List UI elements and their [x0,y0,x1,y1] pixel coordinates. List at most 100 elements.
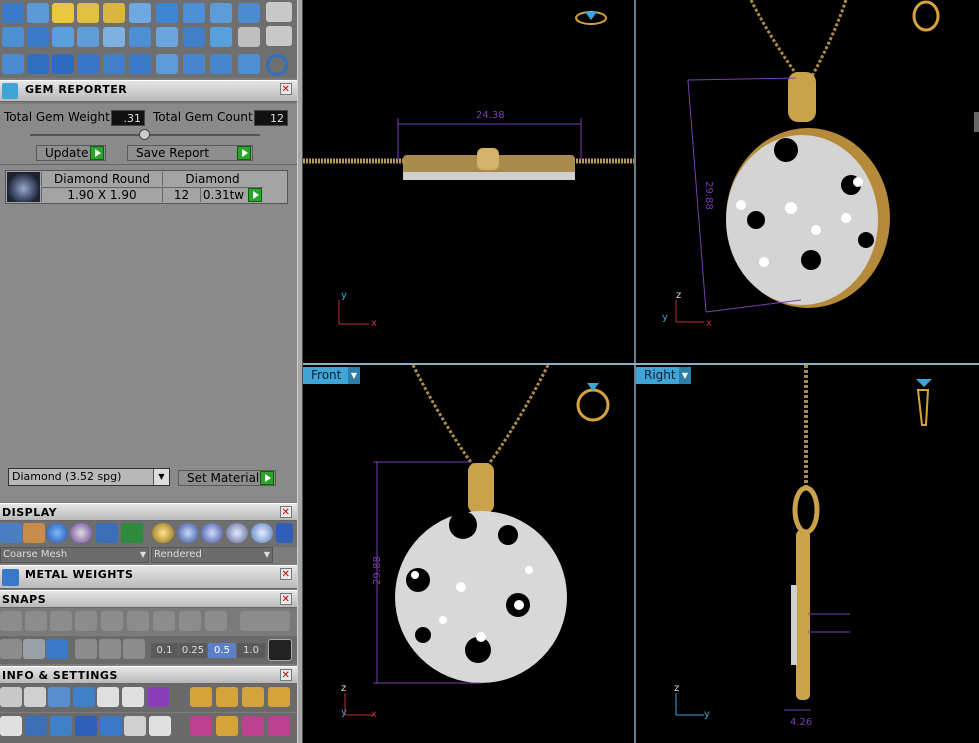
tool-icon[interactable] [238,27,260,47]
tool-icon[interactable] [156,27,178,47]
book-icon[interactable] [75,716,97,736]
render-select[interactable]: Rendered ▼ [151,547,273,563]
sphere-icon[interactable] [226,523,248,543]
tool-icon[interactable] [266,2,292,22]
tool-view-icon[interactable] [916,379,932,426]
tool-icon[interactable] [2,54,24,74]
tool-icon[interactable] [242,716,264,736]
mesh-select[interactable]: Coarse Mesh ▼ [0,547,149,563]
tool-icon[interactable] [99,639,121,659]
grid-value-1[interactable]: 0.25 [179,643,207,658]
tool-icon[interactable] [27,27,49,47]
sphere-icon[interactable] [70,523,92,543]
tool-icon[interactable] [52,54,74,74]
tool-icon[interactable] [156,3,178,23]
sphere-icon[interactable] [201,523,223,543]
tool-icon[interactable] [216,687,238,707]
tool-icon[interactable] [77,27,99,47]
close-icon[interactable]: ✕ [280,83,292,95]
set-material-play-icon[interactable] [260,471,274,485]
wireframe-icon[interactable] [0,523,22,543]
tool-icon[interactable] [276,523,293,543]
snap-icon[interactable] [50,611,72,631]
tool-icon[interactable] [242,687,264,707]
tool-icon[interactable] [190,716,212,736]
update-play-icon[interactable] [90,146,104,160]
tool-icon[interactable] [77,3,99,23]
save-report-play-icon[interactable] [237,146,251,160]
tool-icon[interactable] [0,716,22,736]
snap-icon[interactable] [205,611,227,631]
snap-icon[interactable] [153,611,175,631]
ring-icon[interactable] [266,54,288,76]
ring-view-icon[interactable] [575,11,607,25]
grid-value-0[interactable]: 0.1 [151,643,178,658]
tool-icon[interactable] [268,687,290,707]
snap-icon[interactable] [127,611,149,631]
snap-icon[interactable] [75,611,97,631]
tool-icon[interactable] [123,639,145,659]
tool-icon[interactable] [97,687,119,707]
wrench-icon[interactable] [24,687,46,707]
material-select[interactable]: Diamond (3.52 spg) ▼ [8,468,170,486]
cube-icon[interactable] [23,639,45,659]
tool-icon[interactable] [25,716,47,736]
snap-icon[interactable] [25,611,47,631]
tool-icon[interactable] [129,27,151,47]
tool-icon[interactable] [96,523,118,543]
tool-icon[interactable] [238,3,260,23]
close-icon[interactable]: ✕ [280,568,292,580]
tool-icon[interactable] [210,3,232,23]
chevron-down-icon[interactable]: ▼ [140,548,146,562]
snap-icon[interactable] [101,611,123,631]
tool-icon[interactable] [46,639,68,659]
ring-view-icon[interactable] [576,383,610,422]
move-icon[interactable] [103,54,125,74]
tool-icon[interactable] [50,716,72,736]
tool-icon[interactable] [122,687,144,707]
tool-icon[interactable] [75,639,97,659]
grid-icon[interactable] [0,639,22,659]
close-icon[interactable]: ✕ [280,669,292,681]
info-settings-header[interactable]: INFO & SETTINGS ✕ [0,666,297,684]
tool-icon[interactable] [156,54,178,74]
tool-icon[interactable] [216,716,238,736]
tool-icon[interactable] [2,27,24,47]
gear-icon[interactable] [0,687,22,707]
snap-icon[interactable] [179,611,201,631]
tool-icon[interactable] [77,54,99,74]
tool-icon[interactable] [266,26,292,46]
close-icon[interactable]: ✕ [280,593,292,605]
save-report-button[interactable]: Save Report [127,145,253,161]
grid-toggle-icon[interactable] [268,639,292,661]
gem-table-row[interactable]: Diamond Round Diamond 1.90 X 1.90 12 0.3… [5,170,288,204]
tool-icon[interactable] [129,54,151,74]
snap-icon[interactable] [0,611,22,631]
tool-icon[interactable] [27,3,49,23]
tool-icon[interactable] [48,687,70,707]
tool-icon[interactable] [149,716,171,736]
tool-icon[interactable] [210,27,232,47]
tool-icon[interactable] [103,3,125,23]
tool-icon[interactable] [73,687,95,707]
tool-icon[interactable] [124,716,146,736]
tool-icon[interactable] [121,523,143,543]
tool-icon[interactable] [183,3,205,23]
snaps-header[interactable]: SNAPS ✕ [0,590,297,608]
chevron-down-icon[interactable]: ▼ [153,469,169,485]
tool-icon[interactable] [190,687,212,707]
tool-icon[interactable] [52,3,74,23]
tool-icon[interactable] [27,54,49,74]
gold-sphere-icon[interactable] [152,523,174,543]
viewport-front[interactable]: Front ▼ 29.88 z y x [303,365,634,743]
tool-icon[interactable] [183,54,205,74]
display-header[interactable]: DISPLAY ✕ [0,503,297,521]
filter-icon[interactable] [100,716,122,736]
chevron-down-icon[interactable]: ▼ [264,548,270,562]
tool-icon[interactable] [268,716,290,736]
viewport-scrollbar[interactable] [974,112,979,132]
gem-reporter-header[interactable]: GEM REPORTER ✕ [0,80,297,102]
tool-icon[interactable] [238,54,260,74]
tool-icon[interactable] [210,54,232,74]
tool-icon[interactable] [129,3,151,23]
